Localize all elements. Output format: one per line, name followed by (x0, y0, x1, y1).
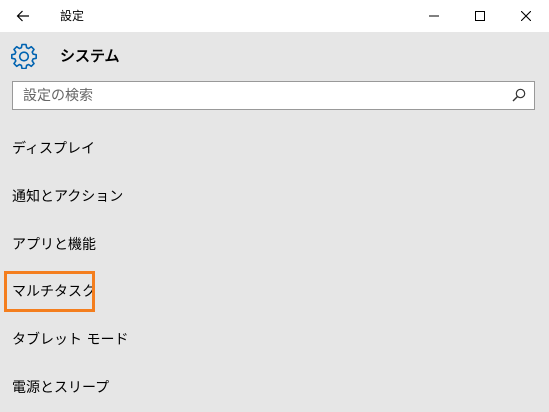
title-bar: 設定 (0, 0, 549, 32)
menu-item-label: マルチタスク (12, 284, 96, 300)
back-button[interactable] (0, 0, 46, 32)
page-header: システム (0, 32, 549, 78)
menu-item-notifications-actions[interactable]: 通知とアクション (0, 177, 549, 217)
search-input[interactable] (13, 82, 503, 109)
menu-item-label: 電源とスリープ (12, 380, 110, 396)
minimize-icon (429, 15, 439, 17)
menu-item-label: アプリと機能 (12, 237, 96, 253)
back-arrow-icon (16, 10, 29, 22)
menu-item-label: タブレット モード (12, 332, 129, 348)
close-button[interactable] (503, 0, 549, 32)
menu-item-power-sleep[interactable]: 電源とスリープ (0, 368, 549, 408)
menu-item-tablet-mode[interactable]: タブレット モード (0, 320, 549, 360)
gear-icon (11, 43, 37, 69)
maximize-icon (475, 11, 485, 21)
menu-item-label: 通知とアクション (12, 189, 124, 205)
settings-window: 設定 システム 設定の検索 ディスプレイ 通知とアクション アプリと機能 マルチ… (0, 0, 549, 412)
menu-item-display[interactable]: ディスプレイ (0, 129, 549, 169)
search-box (12, 81, 535, 110)
minimize-button[interactable] (411, 0, 457, 32)
menu-item-apps-features[interactable]: アプリと機能 (0, 225, 549, 265)
window-title: 設定 (60, 9, 85, 23)
maximize-button[interactable] (457, 0, 503, 32)
close-icon (521, 11, 531, 21)
page-title: システム (60, 47, 120, 65)
search-icon[interactable] (512, 88, 526, 102)
menu-item-label: ディスプレイ (12, 141, 96, 157)
menu-item-multitasking[interactable]: マルチタスク (0, 272, 549, 312)
